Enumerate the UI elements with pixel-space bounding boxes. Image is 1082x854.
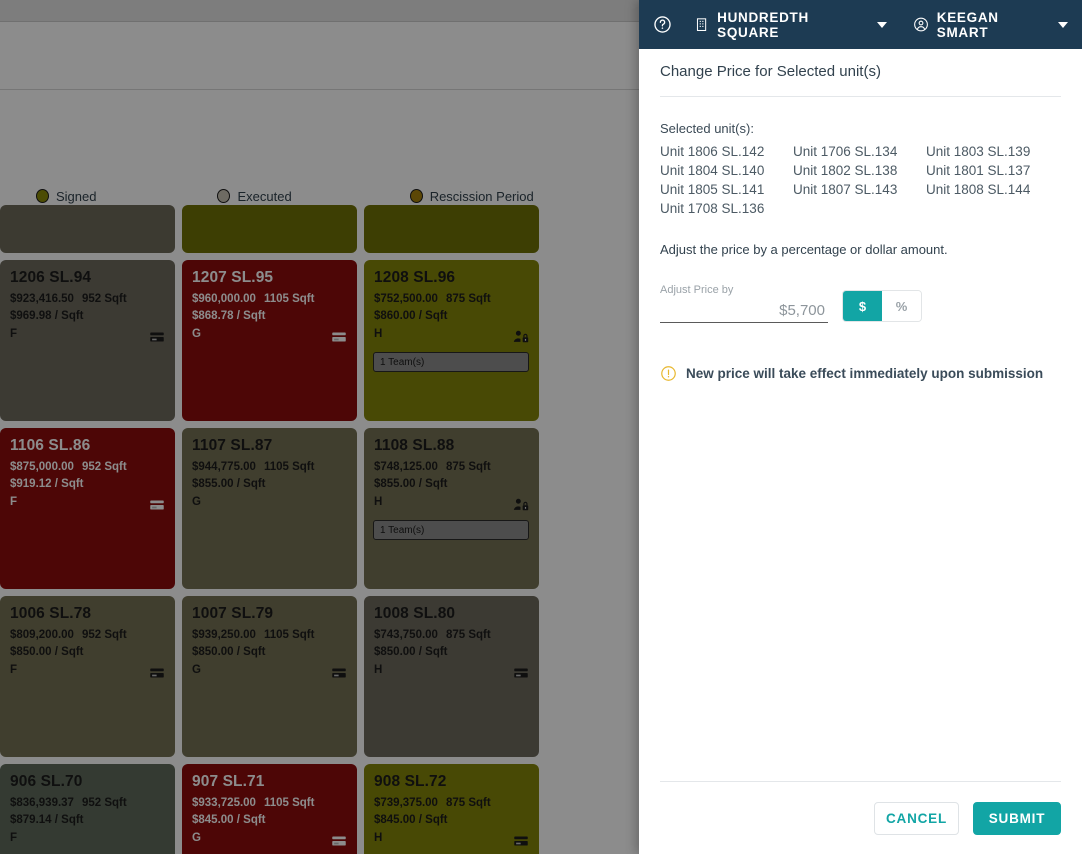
selected-unit-item: Unit 1807 SL.143 (793, 182, 898, 197)
selected-unit-item: Unit 1706 SL.134 (793, 144, 898, 159)
selected-units-label: Selected unit(s): (660, 121, 754, 136)
project-name: HUNDREDTH SQUARE (717, 9, 809, 40)
selected-unit-item: Unit 1805 SL.141 (660, 182, 765, 197)
app-root: SignedExecutedRescission PeriodSold 1206… (0, 0, 1082, 854)
selected-units-list: Unit 1806 SL.142 Unit 1706 SL.134 Unit 180… (660, 144, 1061, 216)
account-menu[interactable]: KEEGAN SMART (913, 10, 1068, 40)
selected-unit-item: Unit 1806 SL.142 (660, 144, 765, 159)
selected-unit-item: Unit 1803 SL.139 (926, 144, 1031, 159)
selected-unit-item: Unit 1801 SL.137 (926, 163, 1031, 178)
panel-title: Change Price for Selected unit(s) (660, 63, 881, 80)
modal-scrim[interactable] (0, 0, 639, 854)
selected-unit-item: Unit 1802 SL.138 (793, 163, 898, 178)
account-circle-icon (913, 17, 928, 32)
selected-unit-item: Unit 1804 SL.140 (660, 163, 765, 178)
instruction-text: Adjust the price by a percentage or doll… (660, 242, 948, 257)
panel-body: Change Price for Selected unit(s) Select… (639, 49, 1082, 781)
percent-toggle-button[interactable]: % (882, 291, 921, 321)
price-warning: New price will take effect immediately u… (660, 365, 1061, 382)
selected-unit-item: Unit 1808 SL.144 (926, 182, 1031, 197)
dollar-toggle-button[interactable]: $ (843, 291, 882, 321)
project-selector[interactable]: HUNDREDTH SQUARE (694, 10, 887, 40)
chevron-down-icon (876, 21, 887, 28)
help-circle-icon[interactable] (653, 15, 672, 34)
panel-footer: CANCEL SUBMIT (660, 781, 1061, 854)
adjust-price-field: Adjust Price by (660, 284, 828, 323)
adjust-price-input[interactable] (660, 298, 828, 323)
building-icon (696, 18, 707, 31)
panel-header: HUNDREDTH SQUARE KEEGAN SMART (639, 0, 1082, 49)
panel-divider (660, 96, 1061, 97)
user-name: KEEGAN SMART (936, 9, 999, 40)
chevron-down-icon (1058, 21, 1068, 28)
price-warning-text: New price will take effect immediately u… (686, 366, 1044, 381)
cancel-button[interactable]: CANCEL (874, 801, 959, 835)
amount-type-toggle: $ % (842, 290, 922, 322)
change-price-panel: HUNDREDTH SQUARE KEEGAN SMART Change Pri… (639, 0, 1082, 854)
adjust-price-label: Adjust Price by (660, 284, 734, 296)
submit-button[interactable]: SUBMIT (973, 801, 1061, 835)
selected-unit-item: Unit 1708 SL.136 (660, 201, 765, 216)
modal-scrim-top (0, 0, 639, 22)
adjust-price-row: Adjust Price by $ % (660, 284, 1061, 323)
info-circle-icon (661, 366, 676, 381)
